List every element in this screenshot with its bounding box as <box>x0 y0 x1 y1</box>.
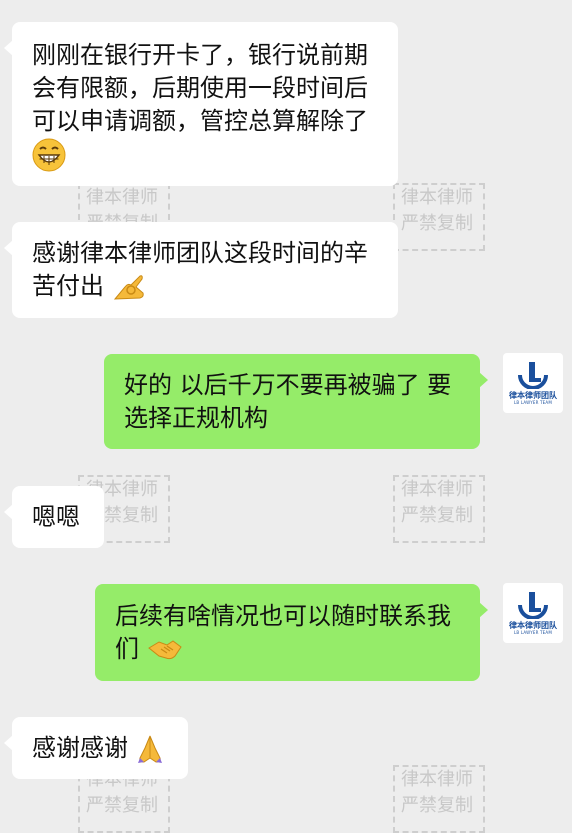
watermark-text: 严禁复制 <box>401 795 473 816</box>
message-bubble-incoming[interactable]: 刚刚在银行开卡了，银行说前期 会有限额，后期使用一段时间后 可以申请调额，管控总… <box>4 22 398 186</box>
message-bubble-incoming[interactable]: 嗯嗯 <box>4 486 104 548</box>
watermark-text: 严禁复制 <box>401 505 473 526</box>
message-bubble-outgoing[interactable]: 好的 以后千万不要再被骗了 要 选择正规机构 <box>104 354 488 449</box>
message-line: 选择正规机构 <box>124 404 268 432</box>
message-line: 后续有啥情况也可以随时联系我 <box>115 602 451 630</box>
law-firm-logo-icon <box>518 592 548 619</box>
message-bubble-incoming[interactable]: 感谢感谢 <box>4 717 188 779</box>
grinning-face-emoji <box>32 138 66 172</box>
message-line: 刚刚在银行开卡了，银行说前期 <box>32 41 368 69</box>
avatar-subtitle: LB LAWYER TEAM <box>513 400 553 405</box>
avatar-subtitle: LB LAWYER TEAM <box>513 630 553 635</box>
message-line: 会有限额，后期使用一段时间后 <box>32 74 368 102</box>
message-bubble-outgoing[interactable]: 后续有啥情况也可以随时联系我 们 <box>95 584 488 681</box>
message-line: 感谢感谢 <box>32 734 128 762</box>
message-line: 感谢律本律师团队这段时间的辛 <box>32 239 368 267</box>
watermark: 律本律师 严禁复制 <box>393 183 485 251</box>
watermark-text: 律本律师 <box>401 479 473 500</box>
avatar[interactable]: 律本律师团队 LB LAWYER TEAM <box>503 583 563 643</box>
handshake-emoji <box>147 640 182 660</box>
message-line: 苦付出 <box>32 272 104 300</box>
watermark-text: 律本律师 <box>86 187 158 208</box>
watermark-text: 律本律师 <box>401 769 473 790</box>
message-line: 嗯嗯 <box>32 503 80 531</box>
message-line: 好的 以后千万不要再被骗了 要 <box>124 371 452 399</box>
watermark-text: 严禁复制 <box>401 213 473 234</box>
law-firm-logo-icon <box>518 362 548 389</box>
avatar[interactable]: 律本律师团队 LB LAWYER TEAM <box>503 353 563 413</box>
watermark: 律本律师 严禁复制 <box>393 765 485 833</box>
message-line: 们 <box>115 635 139 663</box>
avatar-name: 律本律师团队 <box>509 391 557 400</box>
ok-hand-emoji <box>113 275 144 300</box>
message-bubble-incoming[interactable]: 感谢律本律师团队这段时间的辛 苦付出 <box>4 222 398 318</box>
avatar-name: 律本律师团队 <box>509 621 557 630</box>
watermark: 律本律师 严禁复制 <box>393 475 485 543</box>
message-line: 可以申请调额，管控总算解除了 <box>32 107 368 135</box>
watermark-text: 严禁复制 <box>86 795 158 816</box>
folded-hands-emoji <box>137 735 162 763</box>
watermark-text: 律本律师 <box>401 187 473 208</box>
